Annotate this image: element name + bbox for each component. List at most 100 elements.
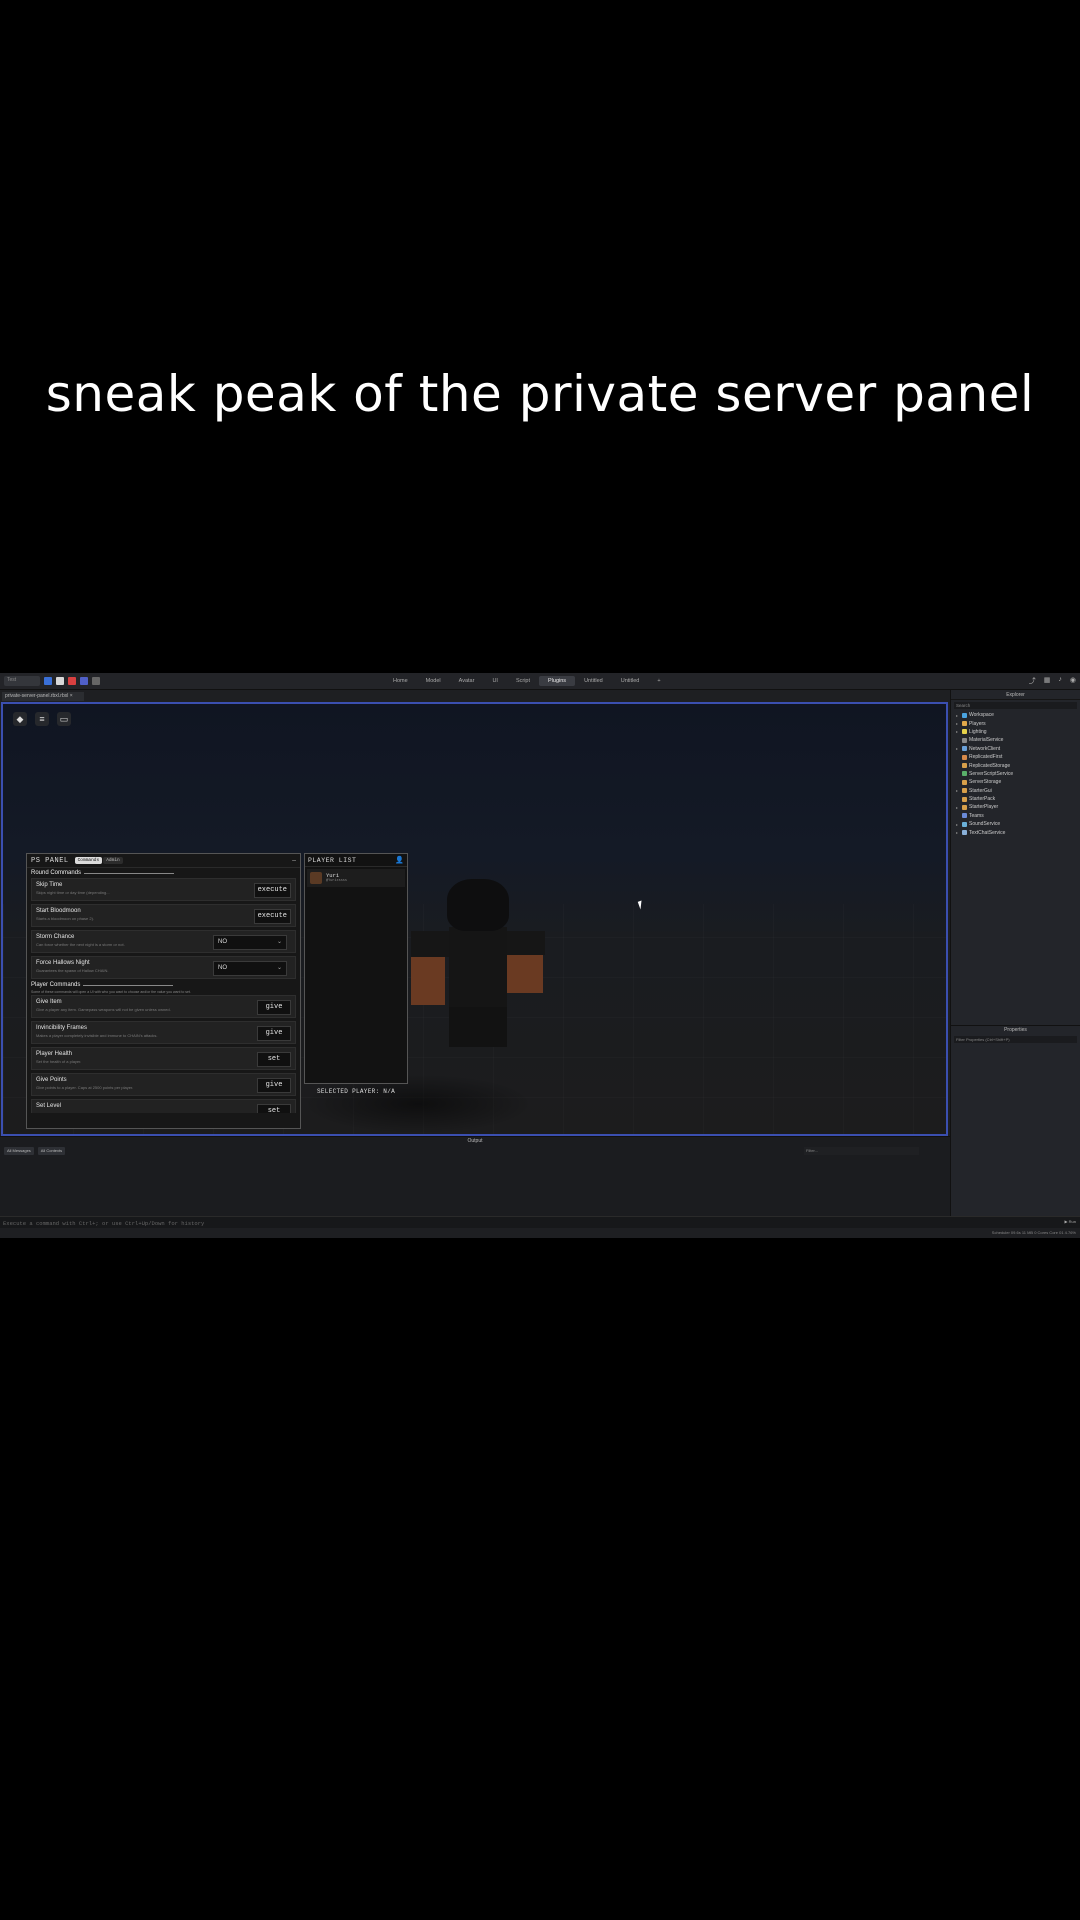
command-title: Invincibility Frames	[36, 1025, 88, 1031]
output-filter-input[interactable]: Filter...	[804, 1147, 919, 1155]
explorer-item[interactable]: StarterPack	[951, 795, 1080, 803]
explorer-title: Explorer	[951, 690, 1080, 700]
explorer-item-label: Players	[969, 720, 986, 727]
tab-script[interactable]: Script	[507, 676, 539, 686]
messages-dropdown[interactable]: All Messages	[4, 1147, 34, 1155]
command-title: Player Health	[36, 1051, 73, 1057]
explorer-item-label: ReplicatedStorage	[969, 762, 1011, 769]
minimize-button[interactable]: –	[292, 857, 296, 864]
service-icon	[962, 746, 967, 752]
player-username: @Yurixssss	[326, 879, 348, 883]
command-description: Set the health of a player.	[36, 1059, 82, 1064]
explorer-item[interactable]: ServerScriptService	[951, 770, 1080, 778]
roblox-logo-icon[interactable]: ◆	[13, 712, 27, 726]
tab--[interactable]: +	[648, 676, 669, 686]
contexts-dropdown[interactable]: All Contexts	[37, 1147, 66, 1155]
expand-arrow-icon[interactable]: ▸	[956, 830, 960, 835]
execute-button[interactable]: execute	[253, 909, 291, 924]
explorer-search-input[interactable]: Search	[954, 702, 1077, 709]
account-avatar-icon[interactable]: ◉	[1070, 676, 1076, 686]
set-button[interactable]: set	[257, 1104, 291, 1113]
tab-ui[interactable]: UI	[483, 676, 507, 686]
command-description: Give points to a player. Caps at 2500 po…	[36, 1085, 134, 1090]
tab-admin[interactable]: Admin	[103, 857, 123, 864]
tab-avatar[interactable]: Avatar	[450, 676, 484, 686]
round-commands-list: Skip Time Skips night time or day time (d…	[27, 878, 300, 979]
expand-arrow-icon[interactable]: ▸	[956, 721, 960, 726]
tab-model[interactable]: Model	[417, 676, 450, 686]
explorer-item[interactable]: ServerStorage	[951, 778, 1080, 786]
tab-untitled[interactable]: Untitled	[575, 676, 612, 686]
service-icon	[962, 729, 967, 735]
explorer-item[interactable]: MaterialService	[951, 736, 1080, 744]
explorer-item[interactable]: ▸ StarterGui	[951, 787, 1080, 795]
service-icon	[962, 771, 967, 777]
explorer-item[interactable]: Teams	[951, 812, 1080, 820]
command-title: Give Item	[36, 999, 62, 1005]
execute-button[interactable]: execute	[253, 883, 291, 898]
properties-filter-input[interactable]: Filter Properties (Ctrl+Shift+P)	[954, 1036, 1077, 1043]
section-divider	[84, 872, 175, 874]
stop-icon[interactable]	[68, 677, 76, 685]
pause-icon[interactable]	[56, 677, 64, 685]
command-row: Player Health Set the health of a player.…	[31, 1047, 296, 1070]
explorer-item[interactable]: ▸ TextChatService	[951, 828, 1080, 836]
ps-panel-title: PS PANEL	[31, 856, 69, 865]
service-icon	[962, 712, 967, 718]
chevron-down-icon: ⌄	[276, 939, 282, 945]
explorer-item-label: Lighting	[969, 728, 987, 735]
expand-arrow-icon[interactable]: ▸	[956, 788, 960, 793]
explorer-item[interactable]: ▸ Players	[951, 719, 1080, 727]
option-select[interactable]: NO ⌄	[213, 935, 287, 950]
explorer-item[interactable]: ▸ Workspace	[951, 711, 1080, 719]
service-icon	[962, 721, 967, 727]
expand-arrow-icon[interactable]: ▸	[956, 822, 960, 827]
tab-untitled[interactable]: Untitled	[612, 676, 649, 686]
command-row: Skip Time Skips night time or day time (d…	[31, 878, 296, 901]
avatar-hair	[447, 879, 509, 931]
expand-arrow-icon[interactable]: ▸	[956, 729, 960, 734]
give-button[interactable]: give	[257, 1078, 291, 1093]
explorer-item[interactable]: ▸ SoundService	[951, 820, 1080, 828]
player-count-icon[interactable]	[92, 677, 100, 685]
mode-selector[interactable]: Test	[4, 676, 40, 686]
expand-arrow-icon[interactable]: ▸	[956, 805, 960, 810]
grid-icon[interactable]: ▦	[1044, 676, 1051, 686]
explorer-item-label: MaterialService	[969, 737, 1004, 744]
player-row[interactable]: Yuri @Yurixssss	[307, 869, 405, 887]
give-button[interactable]: give	[257, 1026, 291, 1041]
explorer-item[interactable]: ReplicatedStorage	[951, 761, 1080, 769]
expand-arrow-icon[interactable]: ▸	[956, 713, 960, 718]
explorer-item[interactable]: ▸ StarterPlayer	[951, 803, 1080, 811]
round-commands-label: Round Commands	[31, 870, 82, 876]
chat-icon[interactable]: ▭	[57, 712, 71, 726]
expand-arrow-icon[interactable]: ▸	[956, 746, 960, 751]
tab-home[interactable]: Home	[384, 676, 417, 686]
notification-bell-icon[interactable]: ♪	[1058, 676, 1062, 686]
service-icon	[962, 779, 967, 785]
select-value: NO	[218, 965, 227, 971]
explorer-item[interactable]: ReplicatedFirst	[951, 753, 1080, 761]
give-button[interactable]: give	[257, 1000, 291, 1015]
set-button[interactable]: set	[257, 1052, 291, 1067]
tab-plugins[interactable]: Plugins	[539, 676, 576, 686]
option-select[interactable]: NO ⌄	[213, 961, 287, 976]
game-viewport[interactable]: ◆ ≡ ▭ PS PANEL Commands Admin – Round Co…	[1, 702, 948, 1136]
command-title: Set Level	[36, 1103, 62, 1109]
service-icon	[962, 737, 967, 743]
status-bar: Scheduler 09.6s 11 MB 0 Cores Core 01 4.…	[0, 1228, 1080, 1238]
command-row: Set Level set	[31, 1099, 296, 1113]
run-button[interactable]: ▶ Run	[1064, 1219, 1076, 1224]
play-icon[interactable]	[44, 677, 52, 685]
explorer-item[interactable]: ▸ Lighting	[951, 728, 1080, 736]
tab-commands[interactable]: Commands	[74, 857, 103, 864]
menu-icon[interactable]: ≡	[35, 712, 49, 726]
command-row: Start Bloodmoon Starts a bloodmoon on pha…	[31, 904, 296, 927]
command-bar[interactable]: Execute a command with Ctrl+; or use Ctr…	[0, 1216, 1080, 1228]
player-list-panel: PLAYER LIST 👤 Yuri @Yurixssss	[304, 853, 408, 1084]
file-tab[interactable]: private-server-panel.rbxl.rbxl ×	[2, 692, 84, 701]
share-icon[interactable]: ⤴	[1029, 676, 1036, 686]
output-panel: Output All Messages All Contexts Filter.…	[0, 1136, 950, 1216]
explorer-item[interactable]: ▸ NetworkClient	[951, 745, 1080, 753]
device-icon[interactable]	[80, 677, 88, 685]
